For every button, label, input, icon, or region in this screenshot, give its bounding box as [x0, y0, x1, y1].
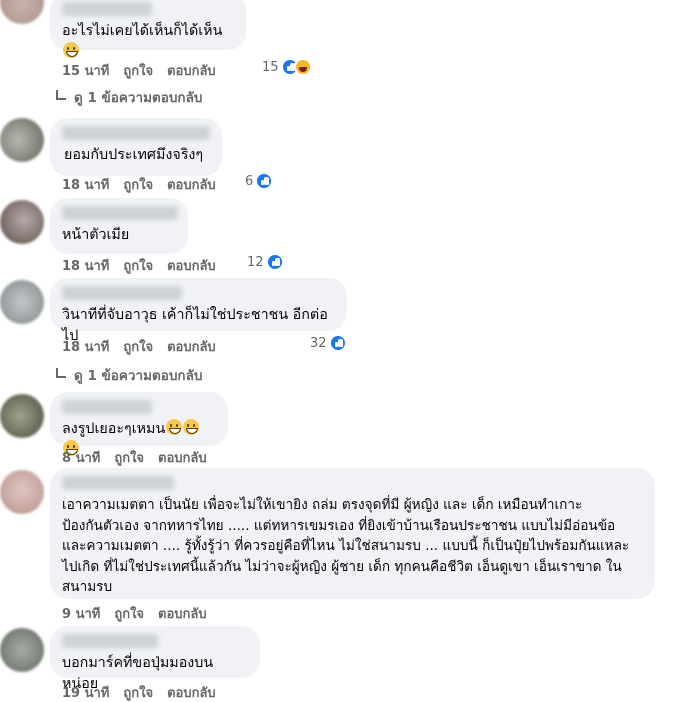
avatar[interactable] [0, 280, 44, 324]
reaction-count: 6 [245, 173, 254, 189]
comment-bubble: อะไรไม่เคยได้เห็นก็ได้เห็น [50, 0, 246, 58]
avatar[interactable] [0, 470, 44, 514]
like-button[interactable]: ถูกใจ [123, 682, 153, 702]
comment-time[interactable]: 18 นาที [62, 255, 109, 276]
like-button[interactable]: ถูกใจ [123, 336, 153, 357]
like-button[interactable]: ถูกใจ [123, 60, 153, 81]
reply-button[interactable]: ตอบกลับ [158, 603, 207, 624]
reply-button[interactable]: ตอบกลับ [167, 60, 216, 81]
comment-bubble: ยอมกับประเทศมึงจริงๆ [50, 118, 222, 176]
like-icon [255, 172, 274, 190]
comment-time[interactable]: 9 นาที [62, 603, 100, 624]
comment-time[interactable]: 19 นาที [62, 682, 109, 702]
comment-time[interactable]: 18 นาที [62, 174, 109, 195]
like-icon [328, 334, 347, 352]
commenter-name-blurred[interactable] [62, 2, 152, 16]
like-button[interactable]: ถูกใจ [123, 174, 153, 195]
view-replies-label: ดู 1 ข้อความตอบกลับ [74, 90, 203, 106]
comment-time[interactable]: 18 นาที [62, 336, 109, 357]
view-replies-link[interactable]: ดู 1 ข้อความตอบกลับ [56, 364, 202, 386]
like-button[interactable]: ถูกใจ [123, 255, 153, 276]
avatar[interactable] [0, 628, 44, 672]
commenter-name-blurred[interactable] [62, 476, 174, 490]
reaction-count: 15 [262, 59, 279, 75]
comment-text: อะไรไม่เคยได้เห็นก็ได้เห็น [62, 23, 223, 39]
commenter-name-blurred[interactable] [62, 126, 210, 140]
like-button[interactable]: ถูกใจ [114, 447, 144, 468]
reaction-summary[interactable]: 32 [310, 334, 347, 352]
comment-text: หน้าตัวเมีย [62, 227, 130, 243]
view-replies-label: ดู 1 ข้อความตอบกลับ [74, 368, 203, 384]
comment-text: เอาความเมตตา เป็นนัย เพื่อจะไม่ให้เขายิง… [62, 497, 630, 595]
comment-actions: 19 นาที ถูกใจ ตอบกลับ [62, 682, 216, 702]
comment-actions: 18 นาที ถูกใจ ตอบกลับ [62, 255, 216, 276]
reply-arrow-icon [56, 368, 66, 378]
reaction-summary[interactable]: 6 [245, 172, 274, 190]
reaction-count: 12 [247, 254, 264, 270]
reply-arrow-icon [56, 90, 66, 100]
reaction-summary[interactable]: 12 [247, 253, 284, 271]
comment-text: ลงรูปเยอะๆเหมน [62, 421, 166, 437]
commenter-name-blurred[interactable] [62, 286, 182, 300]
haha-icon [293, 58, 312, 76]
grinning-face-icon [166, 419, 183, 435]
reply-button[interactable]: ตอบกลับ [167, 682, 216, 702]
like-icon [265, 253, 284, 271]
comment-actions: 18 นาที ถูกใจ ตอบกลับ [62, 174, 216, 195]
grinning-face-icon [63, 42, 79, 58]
avatar[interactable] [0, 0, 44, 24]
comment-bubble: วินาทีที่จับอาวุธ เค้าก็ไม่ใช่ประชาชน อี… [50, 278, 347, 344]
comment-actions: 15 นาที ถูกใจ ตอบกลับ [62, 60, 216, 81]
reply-button[interactable]: ตอบกลับ [158, 447, 207, 468]
reply-button[interactable]: ตอบกลับ [167, 336, 216, 357]
comment-bubble: บอกมาร์คที่ขอปุ่มมองบนหน่อย [50, 626, 260, 692]
reply-button[interactable]: ตอบกลับ [167, 174, 216, 195]
avatar[interactable] [0, 200, 44, 244]
comment-text: ยอมกับประเทศมึงจริงๆ [64, 147, 204, 163]
commenter-name-blurred[interactable] [62, 634, 158, 648]
avatar[interactable] [0, 118, 44, 162]
view-replies-link[interactable]: ดู 1 ข้อความตอบกลับ [56, 86, 202, 108]
reply-button[interactable]: ตอบกลับ [167, 255, 216, 276]
comment-bubble: ลงรูปเยอะๆเหมน [50, 392, 228, 456]
commenter-name-blurred[interactable] [62, 400, 152, 414]
comment-time[interactable]: 15 นาที [62, 60, 109, 81]
comment-actions: 9 นาที ถูกใจ ตอบกลับ [62, 603, 207, 624]
like-button[interactable]: ถูกใจ [114, 603, 144, 624]
comment-actions: 8 นาที ถูกใจ ตอบกลับ [62, 447, 207, 468]
avatar[interactable] [0, 394, 44, 438]
comment-bubble: เอาความเมตตา เป็นนัย เพื่อจะไม่ให้เขายิง… [50, 468, 655, 599]
reaction-summary[interactable]: 15 [262, 58, 312, 76]
comment-actions: 18 นาที ถูกใจ ตอบกลับ [62, 336, 216, 357]
comment-bubble: หน้าตัวเมีย [50, 198, 188, 254]
commenter-name-blurred[interactable] [62, 206, 178, 220]
reaction-count: 32 [310, 335, 327, 351]
grinning-face-icon [183, 419, 200, 435]
comment-time[interactable]: 8 นาที [62, 447, 100, 468]
